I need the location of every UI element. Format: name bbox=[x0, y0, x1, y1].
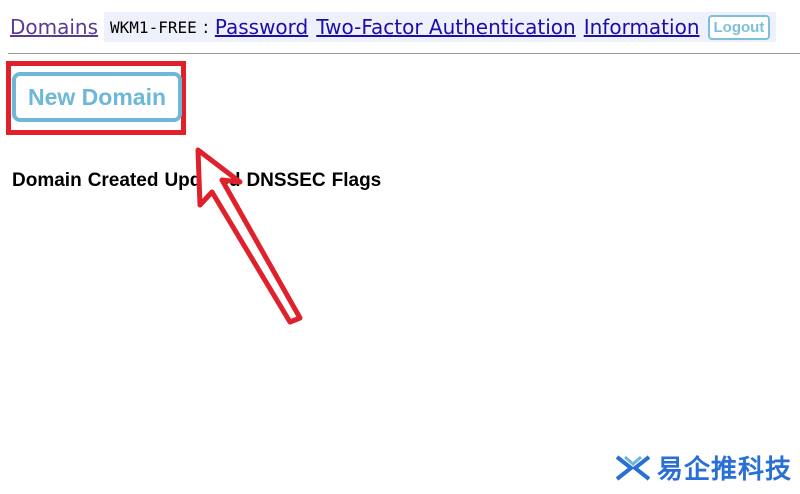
column-header-flags: Flags bbox=[331, 170, 382, 191]
username-label: WKM1-FREE bbox=[110, 17, 197, 37]
xx-logo-icon bbox=[615, 454, 651, 481]
separator: : bbox=[202, 16, 209, 38]
user-nav-bar: WKM1-FREE : Password Two-Factor Authenti… bbox=[104, 12, 777, 42]
watermark: 易企推科技 bbox=[615, 449, 792, 486]
column-header-dnssec: DNSSEC bbox=[246, 170, 326, 191]
top-navigation: Domains WKM1-FREE : Password Two-Factor … bbox=[10, 12, 777, 42]
header-divider bbox=[8, 53, 800, 54]
logout-button[interactable]: Logout bbox=[707, 14, 771, 40]
column-header-created: Created bbox=[87, 170, 159, 191]
nav-link-two-factor[interactable]: Two-Factor Authentication bbox=[316, 15, 575, 39]
column-header-updated: Updated bbox=[164, 170, 241, 191]
column-header-domain: Domain bbox=[12, 170, 82, 191]
nav-link-information[interactable]: Information bbox=[584, 15, 700, 39]
nav-link-domains[interactable]: Domains bbox=[10, 15, 98, 39]
domains-table-header: Domain Created Updated DNSSEC Flags bbox=[12, 170, 381, 192]
watermark-text: 易企推科技 bbox=[656, 455, 792, 485]
new-domain-button[interactable]: New Domain bbox=[12, 72, 182, 122]
nav-link-password[interactable]: Password bbox=[215, 15, 308, 39]
